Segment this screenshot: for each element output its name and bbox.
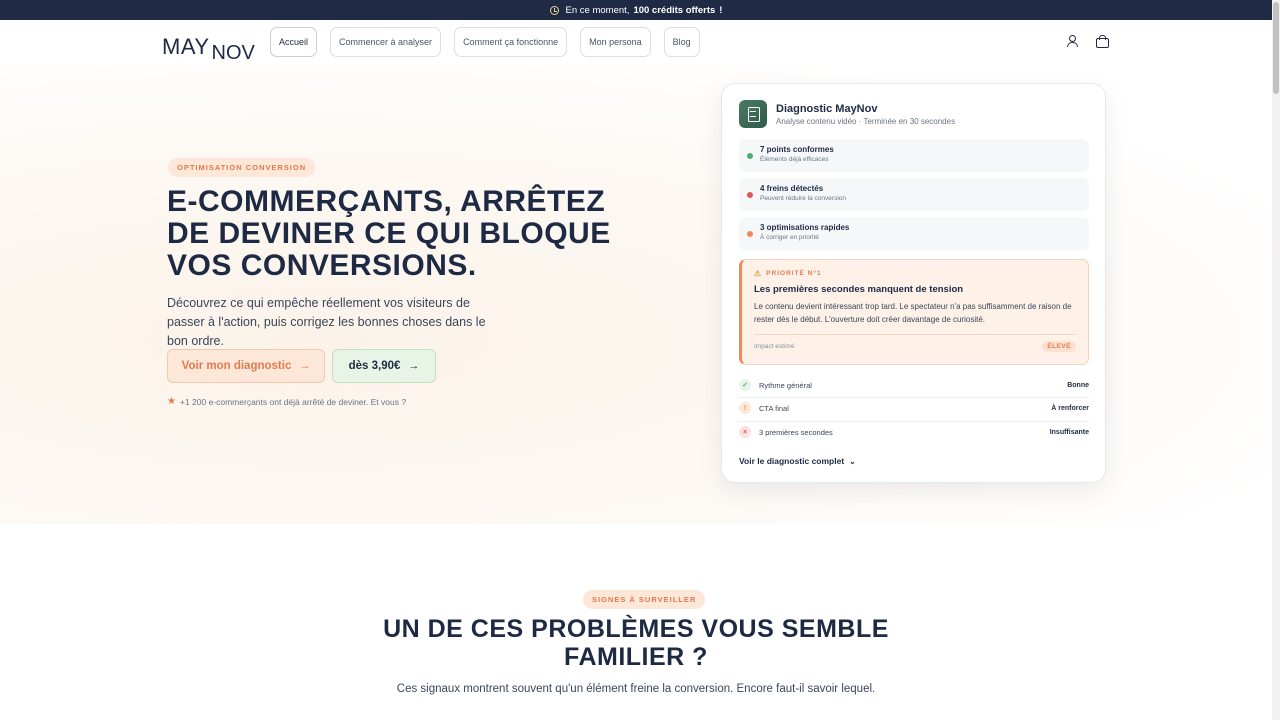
- stat-sub: Éléments déjà efficaces: [760, 156, 829, 163]
- user-icon[interactable]: [1066, 35, 1078, 47]
- stat-freins: 4 freins détectés Peuvent réduire la con…: [739, 178, 1089, 211]
- promo-banner: En ce moment, 100 crédits offerts !: [0, 0, 1272, 20]
- metric-label: Rythme général: [759, 380, 812, 390]
- shopping-bag-icon[interactable]: [1096, 35, 1109, 48]
- banner-highlight: 100 crédits offerts: [633, 4, 716, 16]
- star-icon: ★: [167, 396, 176, 407]
- banner-suffix: !: [719, 4, 723, 16]
- maynov-logo[interactable]: MAY NOV: [162, 28, 255, 64]
- hero-title: E-COMMERÇANTS, ARRÊTEZ DE DEVINER CE QUI…: [167, 185, 611, 282]
- nav-link-persona[interactable]: Mon persona: [580, 27, 651, 57]
- document-icon: [739, 100, 767, 128]
- nav-link-comment[interactable]: Comment ça fonctionne: [454, 27, 568, 57]
- priority-impact: Impact estimé ÉLEVÉ: [754, 341, 1076, 352]
- warning-icon: ⚠: [754, 269, 763, 278]
- pricing-button[interactable]: dès 3,90€ →: [332, 349, 436, 383]
- arrow-right-icon: →: [299, 360, 311, 372]
- stat-title: 7 points conformes: [760, 145, 834, 154]
- stat-sub: Peuvent réduire la conversion: [760, 195, 846, 202]
- metric-row: ! CTA final À renforcer: [739, 397, 1089, 419]
- cross-icon: ×: [739, 426, 751, 438]
- social-proof-text: +1 200 e-commerçants ont déjà arrêté de …: [179, 396, 407, 407]
- section2-subtitle: Ces signaux montrent souvent qu'un éléme…: [396, 683, 876, 695]
- pricing-label: dès 3,90€: [348, 360, 401, 372]
- view-diagnostic-button[interactable]: Voir mon diagnostic →: [167, 349, 325, 383]
- card-header: Diagnostic MayNov Analyse contenu vidéo …: [739, 100, 955, 128]
- nav-icons: [1066, 35, 1109, 48]
- scrollbar-thumb[interactable]: [1273, 2, 1279, 94]
- priority-tag-text: PRIORITÉ N°1: [766, 270, 822, 277]
- hero-pill: OPTIMISATION CONVERSION: [168, 158, 316, 177]
- logo-part1: MAY: [162, 34, 210, 59]
- arrow-right-icon: →: [408, 360, 420, 372]
- stat-conformes: 7 points conformes Éléments déjà efficac…: [739, 139, 1089, 172]
- section2-pill: SIGNES À SURVEILLER: [583, 590, 706, 609]
- status-dot-red: [747, 192, 753, 198]
- exclamation-icon: !: [739, 402, 751, 414]
- status-dot-green: [747, 153, 753, 159]
- see-full-diagnostic-label: Voir le diagnostic complet: [739, 456, 845, 466]
- stat-title: 3 optimisations rapides: [760, 223, 850, 232]
- priority-tag: ⚠ PRIORITÉ N°1: [754, 269, 1076, 278]
- nav-link-commencer[interactable]: Commencer à analyser: [330, 27, 442, 57]
- priority-desc: Le contenu devient intéressant trop tard…: [754, 302, 1072, 324]
- impact-badge: ÉLEVÉ: [1042, 341, 1076, 352]
- view-diagnostic-label: Voir mon diagnostic: [181, 360, 292, 372]
- social-proof: ★ +1 200 e-commerçants ont déjà arrêté d…: [167, 396, 406, 407]
- hero-subtitle: Découvrez ce qui empêche réellement vos …: [167, 296, 486, 348]
- metric-value: À renforcer: [1051, 404, 1089, 412]
- metric-label: CTA final: [759, 403, 789, 413]
- metric-value: Bonne: [1067, 381, 1089, 389]
- priority-divider: [754, 334, 1076, 335]
- card-meta: Analyse contenu vidéo · Terminée en 30 s…: [776, 116, 956, 126]
- nav-links: Accueil Commencer à analyser Comment ça …: [270, 27, 700, 57]
- stat-title: 4 freins détectés: [760, 184, 824, 193]
- diagnostic-card: Diagnostic MayNov Analyse contenu vidéo …: [721, 83, 1106, 483]
- banner-prefix: En ce moment,: [565, 4, 630, 16]
- page-scrollbar[interactable]: [1272, 0, 1280, 720]
- logo-part2: NOV: [211, 42, 255, 64]
- stat-sub: À corriger en priorité: [760, 234, 819, 241]
- priority-callout: ⚠ PRIORITÉ N°1 Les premières secondes ma…: [739, 259, 1089, 365]
- stat-optimisations: 3 optimisations rapides À corriger en pr…: [739, 217, 1089, 250]
- card-title: Diagnostic MayNov: [776, 102, 878, 115]
- status-dot-orange: [747, 231, 753, 237]
- metric-label: 3 premières secondes: [759, 427, 833, 437]
- metric-row: ✓ Rythme général Bonne: [739, 374, 1089, 396]
- see-full-diagnostic-link[interactable]: Voir le diagnostic complet ⌄: [739, 456, 856, 466]
- main-nav: MAY NOV Accueil Commencer à analyser Com…: [0, 20, 1272, 64]
- metric-row: × 3 premières secondes Insuffisante: [739, 421, 1089, 443]
- check-icon: ✓: [739, 379, 751, 391]
- nav-link-accueil[interactable]: Accueil: [270, 27, 318, 57]
- metric-value: Insuffisante: [1049, 428, 1089, 436]
- nav-link-blog[interactable]: Blog: [663, 27, 700, 57]
- chevron-down-icon: ⌄: [849, 456, 856, 466]
- priority-title: Les premières secondes manquent de tensi…: [754, 284, 964, 295]
- section2-title: UN DE CES PROBLÈMES VOUS SEMBLE FAMILIER …: [383, 615, 889, 671]
- clock-icon: [549, 5, 559, 15]
- impact-label: Impact estimé: [754, 343, 795, 350]
